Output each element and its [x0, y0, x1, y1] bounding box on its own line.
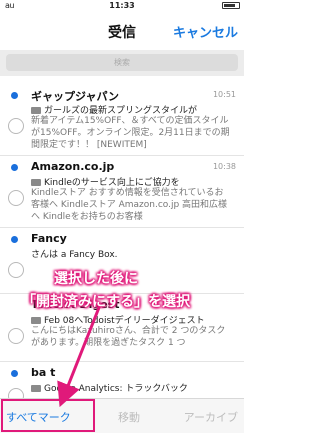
archive-button[interactable]: アーカイブ: [184, 409, 238, 425]
select-checkbox[interactable]: [8, 262, 24, 278]
move-button[interactable]: 移動: [118, 409, 140, 425]
message-sender: Amazon.co.jp: [31, 160, 115, 173]
thread-icon: [31, 179, 41, 186]
message-time: 10:51: [212, 90, 236, 99]
message-time: 10:38: [212, 162, 236, 171]
message-subject-text: Google Analytics: トラックバック: [44, 384, 188, 394]
thread-icon: [31, 385, 41, 392]
select-checkbox[interactable]: [8, 118, 24, 134]
nav-bar: 受信 キャンセル: [0, 14, 244, 48]
status-bar: au 11:33: [0, 0, 244, 12]
battery-icon: [222, 1, 240, 10]
annotation-line-1: 選択した後に: [54, 271, 138, 287]
message-preview: 新着アイテム15%OFF、＆すべての定価スタイルが15%OFF。オンライン限定。…: [31, 116, 230, 150]
select-checkbox[interactable]: [8, 190, 24, 206]
thread-icon: [31, 317, 41, 324]
annotation-line-2: 「開封済みにする」を選択: [22, 294, 191, 310]
search-bar: 検索: [0, 50, 244, 76]
unread-dot-icon: [11, 236, 18, 243]
message-subject: Google Analytics: トラックバック: [31, 381, 231, 394]
message-preview: こんにちはKazuhiroさん、合計で 2 つのタスクがあります。期限を過ぎたタ…: [31, 326, 226, 348]
cancel-button[interactable]: キャンセル: [173, 22, 238, 41]
message-sender: Fancy: [31, 232, 67, 245]
message-sender: ba t: [31, 366, 56, 379]
search-input[interactable]: 検索: [6, 54, 238, 71]
highlight-box: [1, 399, 95, 432]
annotation-text: 選択した後に 「開封済みにする」を選択: [22, 268, 242, 314]
select-checkbox[interactable]: [8, 328, 24, 344]
list-item[interactable]: ギャップジャパン 10:51 ガールズの最新スプリングスタイルが 新着アイテム1…: [0, 84, 244, 156]
message-subject-text: さんは a Fancy Box.: [31, 250, 118, 260]
unread-dot-icon: [11, 164, 18, 171]
unread-dot-icon: [11, 92, 18, 99]
thread-icon: [31, 107, 41, 114]
message-subject: さんは a Fancy Box.: [31, 247, 231, 260]
message-sender: ギャップジャパン: [31, 90, 119, 103]
unread-dot-icon: [11, 370, 18, 377]
list-item[interactable]: Amazon.co.jp 10:38 Kindleのサービス向上にご協力を Ki…: [0, 156, 244, 228]
status-time: 11:33: [109, 1, 135, 10]
message-preview: Kindleストア おすすめ情報を受信されているお客様へ Kindleストア A…: [31, 188, 228, 222]
